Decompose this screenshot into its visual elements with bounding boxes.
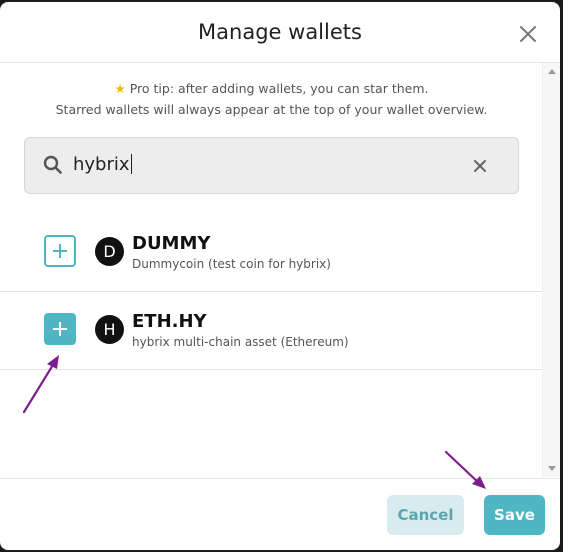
search-icon: [43, 155, 63, 180]
save-button[interactable]: Save: [484, 495, 545, 535]
search-input[interactable]: hybrix: [73, 154, 132, 175]
dialog-footer: Cancel Save: [0, 478, 560, 550]
text-caret: [130, 154, 132, 174]
wallet-description: hybrix multi-chain asset (Ethereum): [132, 335, 349, 349]
pro-tip-line-2: Starred wallets will always appear at th…: [55, 102, 488, 117]
add-wallet-button[interactable]: [44, 235, 76, 267]
coin-icon: H: [95, 315, 124, 344]
wallet-symbol: ETH.HY: [132, 311, 207, 332]
plus-icon: [53, 244, 67, 258]
wallet-symbol: DUMMY: [132, 233, 211, 254]
wallet-row-eth-hy[interactable]: H ETH.HY hybrix multi-chain asset (Ether…: [0, 292, 543, 370]
cancel-button[interactable]: Cancel: [387, 495, 464, 535]
search-field[interactable]: hybrix: [24, 137, 519, 194]
scroll-up-arrow-icon[interactable]: [548, 69, 556, 74]
scrollbar[interactable]: [542, 63, 560, 477]
dialog-title: Manage wallets: [198, 20, 362, 44]
add-wallet-button[interactable]: [44, 313, 76, 345]
scroll-down-arrow-icon[interactable]: [548, 466, 556, 471]
star-icon: ★: [114, 81, 126, 96]
plus-icon: [53, 322, 67, 336]
manage-wallets-dialog: Manage wallets ★ Pro tip: after adding wa…: [0, 2, 560, 550]
clear-icon[interactable]: [473, 159, 487, 178]
wallet-row-dummy[interactable]: D DUMMY Dummycoin (test coin for hybrix): [0, 214, 543, 292]
dialog-header: Manage wallets: [0, 2, 560, 63]
close-icon[interactable]: [518, 24, 538, 44]
pro-tip-text: Pro tip: after adding wallets, you can s…: [129, 81, 429, 96]
wallet-list-area: ★ Pro tip: after adding wallets, you can …: [0, 63, 543, 477]
search-value: hybrix: [73, 154, 130, 175]
pro-tip-line-1: ★ Pro tip: after adding wallets, you can …: [0, 81, 543, 96]
coin-icon: D: [95, 237, 124, 266]
wallet-description: Dummycoin (test coin for hybrix): [132, 257, 331, 271]
